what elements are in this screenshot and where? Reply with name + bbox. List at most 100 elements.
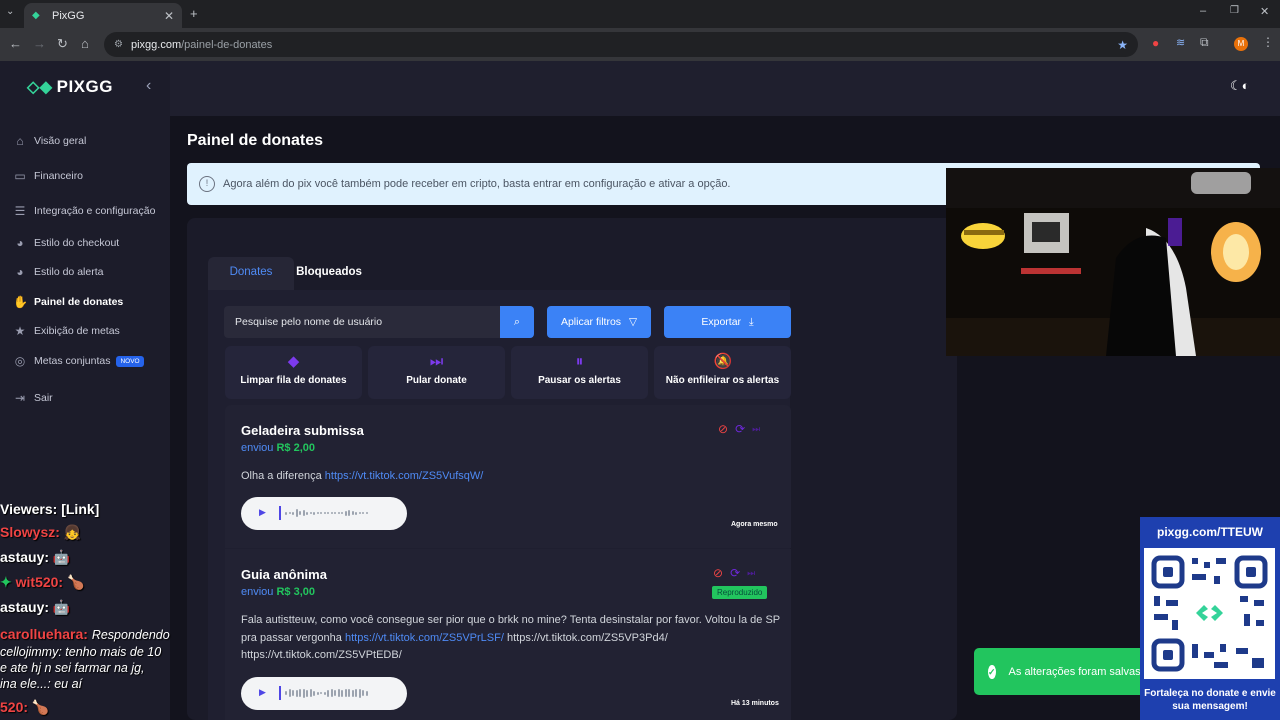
sidebar-item-estilo-alerta[interactable]: ◕ Estilo do alerta (13, 265, 103, 279)
sidebar-item-sair[interactable]: ⇥ Sair (13, 391, 53, 405)
top-header (170, 61, 1280, 116)
new-tab-icon[interactable]: + (190, 6, 198, 21)
sidebar-item-metas-conjuntas[interactable]: ◎ Metas conjuntas NOVO (13, 354, 144, 368)
browser-toolbar: ← → ↻ ⌂ ⚙ pixgg.com/painel-de-donates ★ … (0, 28, 1280, 61)
chat-message: Slowysz: 👧 (0, 524, 81, 541)
extension-icon[interactable]: ● (1152, 36, 1159, 50)
audio-player[interactable]: ▶ (241, 497, 407, 530)
address-bar[interactable]: ⚙ pixgg.com/painel-de-donates ★ (104, 32, 1138, 57)
replay-icon[interactable]: ⟳ (735, 422, 745, 436)
toast-text: As alterações foram salvas (1008, 665, 1140, 678)
browser-tab[interactable]: ◆ PixGG ✕ (24, 3, 182, 28)
collapse-sidebar-icon[interactable]: ‹ (146, 77, 151, 95)
site-info-icon[interactable]: ⚙ (114, 39, 123, 50)
sent-label: enviou (241, 586, 274, 598)
url-path: /painel-de-donates (181, 38, 273, 51)
minimize-icon[interactable]: – (1200, 5, 1206, 17)
sidebar-item-painel-donates[interactable]: ✋ Painel de donates (13, 295, 123, 309)
chat-message: 520: 🍗 (0, 699, 49, 716)
download-icon: ⤓ (748, 316, 754, 328)
tab-donates[interactable]: Donates (208, 257, 294, 290)
profile-avatar[interactable]: M (1234, 37, 1248, 51)
clear-queue-button[interactable]: ◆ Limpar fila de donates (225, 346, 362, 399)
play-icon[interactable]: ▶ (259, 687, 266, 698)
avatar-emote-icon: 🍗 (66, 574, 85, 590)
maximize-icon[interactable]: ❐ (1230, 5, 1239, 16)
block-user-icon[interactable]: ⊘ (713, 566, 723, 580)
donate-amount: R$ 3,00 (276, 586, 316, 598)
filter-icon: ▽ (628, 316, 638, 328)
dont-queue-alerts-button[interactable]: 🔕 Não enfileirar os alertas (654, 346, 791, 399)
extension-wave-icon[interactable]: ≋ (1176, 36, 1185, 49)
chat-text: ina ele...: eu aí (0, 677, 83, 691)
reload-icon[interactable]: ↻ (57, 36, 68, 52)
home-icon[interactable]: ⌂ (81, 36, 89, 51)
tab-search-icon[interactable]: ⌄ (6, 6, 14, 17)
chat-username: astauy: (0, 599, 50, 615)
close-tab-icon[interactable]: ✕ (164, 9, 174, 23)
sidebar-item-label: Exibição de metas (34, 325, 120, 337)
skip-icon[interactable]: ⏭ (747, 568, 755, 580)
back-icon[interactable]: ← (9, 36, 22, 51)
apply-filters-label: Aplicar filtros (560, 316, 622, 328)
chat-message: ina ele...: eu aí (0, 675, 82, 691)
message-link[interactable]: https://vt.tiktok.com/ZS5VPrLSF/ (345, 632, 504, 644)
pause-icon: ⏸ (575, 353, 584, 370)
sidebar-item-exibicao-metas[interactable]: ★ Exibição de metas (13, 324, 120, 338)
sidebar-item-label: Integração e configuração (34, 205, 156, 217)
chat-message: cellojimmy: tenho mais de 10 (0, 643, 161, 659)
pause-alerts-button[interactable]: ⏸ Pausar os alertas (511, 346, 648, 399)
search-button[interactable]: ⌕ (500, 306, 534, 338)
status-badge: Reproduzido (712, 586, 768, 599)
block-user-icon[interactable]: ⊘ (718, 422, 728, 436)
sidebar-item-integracao[interactable]: ☰ Integração e configuração (13, 204, 156, 218)
message-link[interactable]: https://vt.tiktok.com/ZS5VufsqW/ (325, 470, 484, 482)
sidebar-item-label: Financeiro (34, 170, 84, 182)
chat-header: Viewers: [Link] (0, 501, 100, 517)
chat-text: cellojimmy: tenho mais de 10 (0, 645, 162, 659)
apply-filters-button[interactable]: Aplicar filtros ▽ (547, 306, 651, 338)
extensions-puzzle-icon[interactable]: ⧉ (1200, 35, 1209, 50)
avatar-emote-icon: 🍗 (31, 699, 50, 715)
export-label: Exportar (701, 316, 742, 328)
chat-message: carolluehara: Respondendo (0, 626, 170, 642)
window-close-icon[interactable]: ✕ (1260, 5, 1269, 18)
chat-message: e ate hj n sei farmar na jg, (0, 659, 145, 675)
sidebar-item-label: Sair (34, 392, 53, 404)
chat-text: Respondendo (91, 628, 170, 642)
sidebar-item-label: Estilo do checkout (34, 237, 120, 249)
chat-message: ✦ wit520: 🍗 (0, 574, 84, 591)
skip-icon[interactable]: ⏭ (752, 424, 760, 436)
audio-player[interactable]: ▶ (241, 677, 407, 710)
action-label: Limpar fila de donates (240, 375, 347, 386)
audio-waveform (285, 686, 368, 700)
pixgg-favicon-icon: ◆ (32, 9, 40, 21)
eraser-icon: ◆ (287, 353, 300, 370)
browser-menu-icon[interactable]: ⋮ (1262, 35, 1274, 49)
sent-label: enviou (241, 442, 274, 454)
export-button[interactable]: Exportar ⤓ (664, 306, 791, 338)
replay-icon[interactable]: ⟳ (730, 566, 740, 580)
bookmark-star-icon[interactable]: ★ (1117, 38, 1128, 52)
search-input[interactable] (224, 306, 500, 338)
theme-toggle-icon[interactable]: ☾◐ (1230, 78, 1250, 94)
forward-icon[interactable]: → (33, 36, 46, 51)
chat-username: carolluehara: (0, 626, 88, 642)
sidebar-item-estilo-checkout[interactable]: ◕ Estilo do checkout (13, 236, 119, 250)
donate-time: Há 13 minutos (731, 700, 779, 707)
tab-bloqueados[interactable]: Bloqueados (294, 257, 364, 290)
donate-card: Geladeira submissa enviou R$ 2,00 ⊘ ⟳ ⏭ … (225, 405, 791, 548)
sidebar-item-label: Visão geral (34, 135, 87, 147)
qr-overlay: pixgg.com/TTEUW Fortaleça no donate e en… (1140, 517, 1280, 720)
sparkle-icon: ✦ (0, 574, 12, 590)
chat-username: astauy: (0, 549, 50, 565)
pixgg-logo[interactable]: ◇◆ PIXGG (27, 77, 113, 97)
sidebar-item-visao-geral[interactable]: ⌂ Visão geral (13, 134, 86, 148)
play-icon[interactable]: ▶ (259, 507, 266, 518)
hand-heart-icon: ✋ (13, 295, 28, 309)
audio-waveform (285, 506, 368, 520)
skip-donate-button[interactable]: ⏭ Pular donate (368, 346, 505, 399)
chat-username: wit520: (15, 574, 64, 590)
sidebar-item-financeiro[interactable]: ▭ Financeiro (13, 169, 83, 183)
home-icon: ⌂ (16, 134, 24, 148)
